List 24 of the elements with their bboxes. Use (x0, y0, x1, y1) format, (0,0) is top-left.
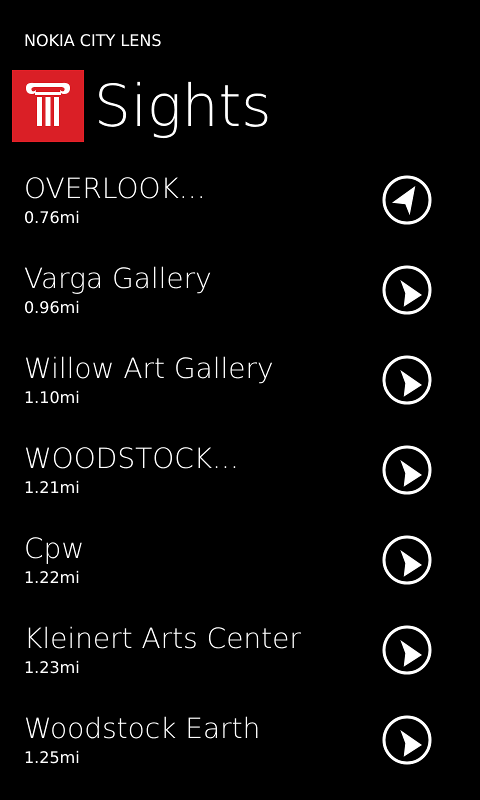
place-distance: 1.22mi (24, 568, 81, 588)
place-name: Willow Art Gallery (24, 351, 274, 387)
page-title: Sights (94, 71, 272, 142)
place-distance: 1.25mi (24, 748, 81, 768)
place-name: Cpw (24, 531, 84, 567)
place-name: Woodstock Earth (24, 711, 260, 747)
place-distance: 1.23mi (24, 658, 81, 678)
place-item[interactable]: Willow Art Gallery 1.10mi (0, 340, 480, 430)
place-name: Varga Gallery (24, 261, 212, 297)
column-logo-icon (12, 70, 84, 142)
place-distance: 0.96mi (24, 298, 81, 318)
app-title: NOKIA CITY LENS (24, 30, 162, 52)
place-item[interactable]: Varga Gallery 0.96mi (0, 250, 480, 340)
place-name: Kleinert Arts Center (24, 621, 301, 657)
place-distance: 1.10mi (24, 388, 81, 408)
place-item[interactable]: Kleinert Arts Center 1.23mi (0, 610, 480, 700)
place-name: OVERLOOK... (24, 171, 206, 207)
place-item[interactable]: WOODSTOCK... 1.21mi (0, 430, 480, 520)
place-name: WOODSTOCK... (24, 441, 239, 477)
place-distance: 1.21mi (24, 478, 81, 498)
place-item[interactable]: Woodstock Earth 1.25mi (0, 700, 480, 790)
place-distance: 0.76mi (24, 208, 81, 228)
place-item[interactable]: OVERLOOK... 0.76mi (0, 160, 480, 250)
place-item[interactable]: Cpw 1.22mi (0, 520, 480, 610)
